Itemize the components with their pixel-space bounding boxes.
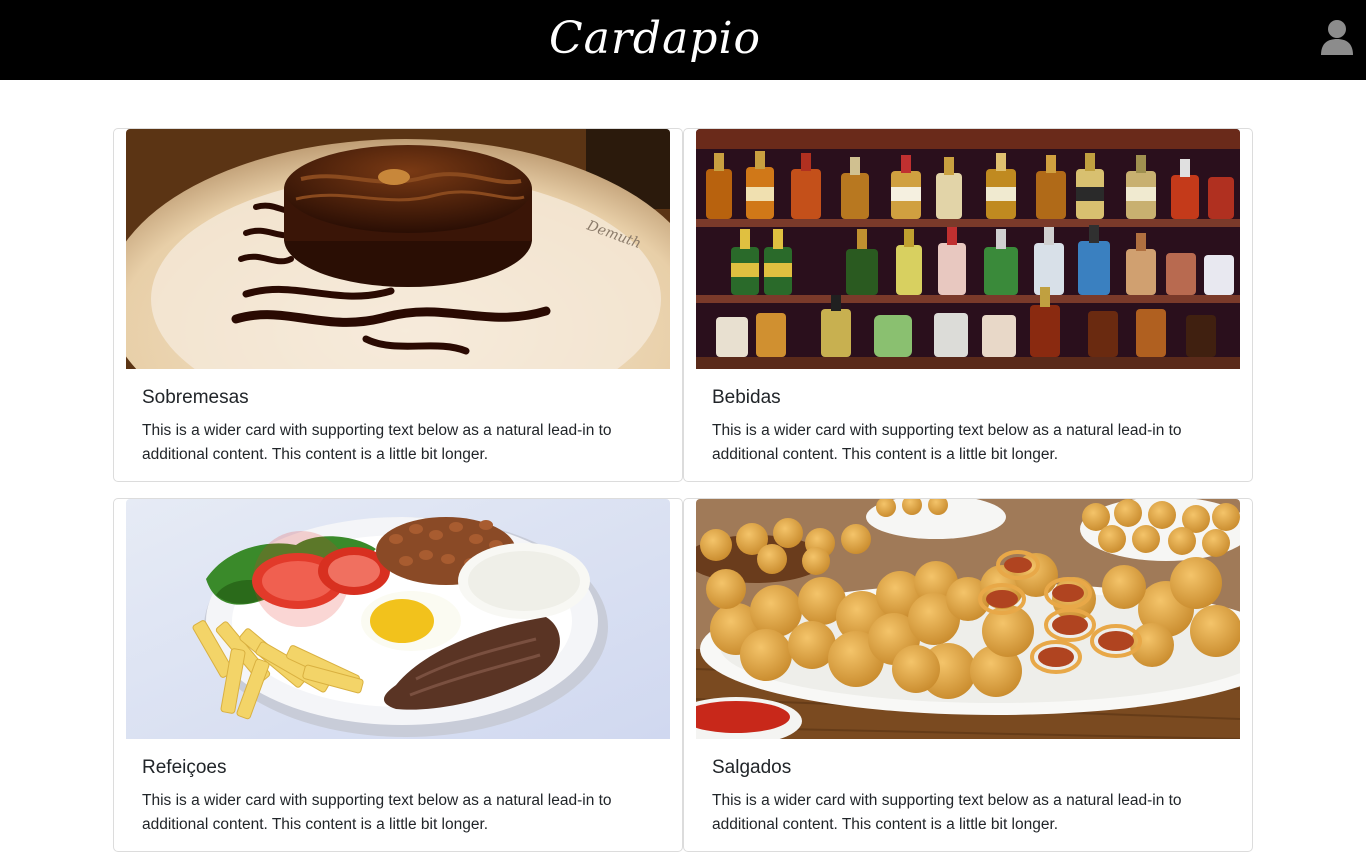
user-icon (1321, 20, 1353, 55)
card-title: Salgados (712, 757, 792, 778)
meal-plate-image (126, 499, 670, 739)
user-account-button[interactable] (1318, 18, 1356, 58)
top-navbar: Cardapio (0, 0, 1366, 80)
card-description: This is a wider card with supporting tex… (142, 792, 612, 833)
card-description: This is a wider card with supporting tex… (712, 422, 1182, 463)
fried-snacks-image (696, 499, 1240, 739)
card-description: This is a wider card with supporting tex… (712, 792, 1182, 833)
card-title: Bebidas (712, 387, 781, 408)
card-title: Refeiçoes (142, 757, 227, 778)
menu-card-bebidas[interactable]: Bebidas This is a wider card with suppor… (683, 128, 1253, 482)
card-description: This is a wider card with supporting tex… (142, 422, 612, 463)
menu-card-salgados[interactable]: Salgados This is a wider card with suppo… (683, 498, 1253, 852)
menu-card-refeicoes[interactable]: Refeiçoes This is a wider card with supp… (113, 498, 683, 852)
chocolate-cake-image: Demuth (126, 129, 670, 369)
bar-bottles-image (696, 129, 1240, 369)
brand-title[interactable]: Cardapio (0, 0, 1310, 80)
card-title: Sobremesas (142, 387, 249, 408)
menu-card-sobremesas[interactable]: Demuth Sobremesas This is a wider card w… (113, 128, 683, 482)
